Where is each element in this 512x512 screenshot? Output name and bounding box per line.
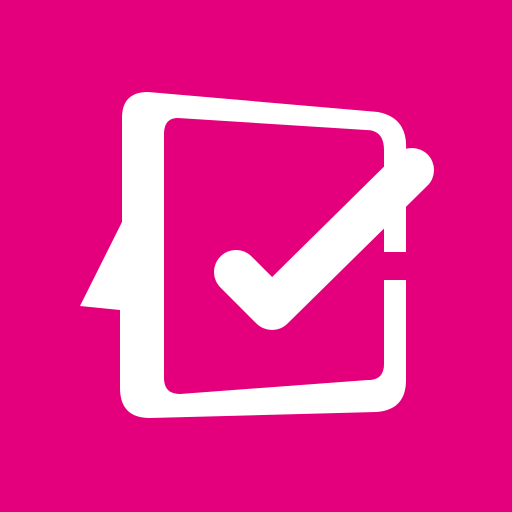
checklist-speech-bubble-icon — [0, 0, 512, 512]
icon-background — [0, 0, 512, 512]
app-icon — [0, 0, 512, 512]
